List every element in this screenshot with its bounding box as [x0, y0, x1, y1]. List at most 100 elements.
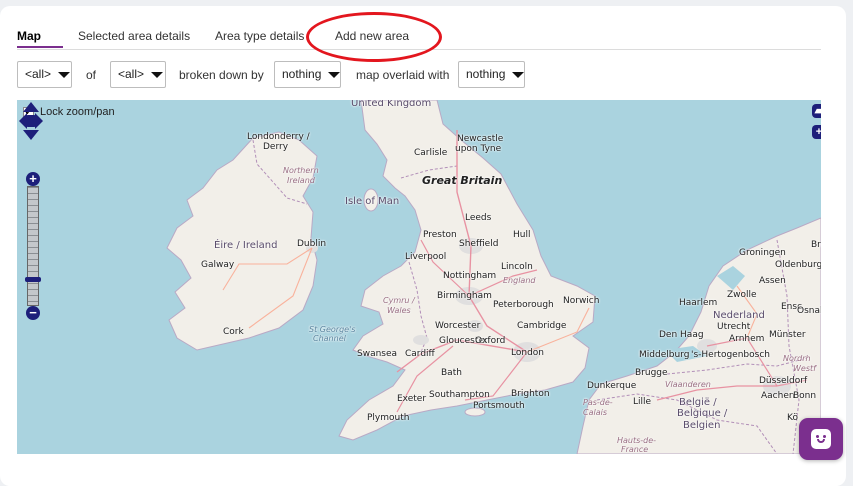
map-label-dusseldorf: Düsseldorf	[759, 376, 808, 386]
active-tab-indicator	[17, 46, 63, 48]
zoom-track[interactable]	[27, 186, 39, 306]
map-label-ireland-ni: Ireland	[287, 176, 315, 185]
map-label-cardiff: Cardiff	[405, 349, 435, 359]
map-label-st-georges: St George's	[309, 325, 356, 334]
map-label-nottingham: Nottingham	[443, 271, 497, 281]
map-label-portsmouth: Portsmouth	[473, 401, 525, 411]
map-label-northern: Northern	[283, 166, 319, 175]
map-label-nordrhein: Nordrh	[783, 354, 811, 363]
map-label-zwolle: Zwolle	[727, 290, 757, 300]
map-label-brugge: Brugge	[635, 368, 668, 378]
map-label-london: London	[511, 348, 544, 358]
map-label-lille: Lille	[633, 397, 652, 407]
map-label-preston: Preston	[423, 230, 457, 240]
tab-area-type-details[interactable]: Area type details	[215, 29, 304, 43]
map-label-norwich: Norwich	[563, 296, 600, 306]
caret-down-icon	[58, 71, 71, 78]
map-label-isle-of-man: Isle of Man	[345, 196, 400, 207]
map-label-upon-tyne: upon Tyne	[455, 144, 502, 154]
map-label-eire: Éire / Ireland	[214, 240, 278, 251]
map-label-groningen: Groningen	[739, 248, 786, 258]
map-label-carlisle: Carlisle	[414, 148, 448, 158]
breakdown-select[interactable]: nothing	[274, 61, 341, 88]
map-label-exeter: Exeter	[397, 394, 427, 404]
caret-down-icon	[512, 71, 525, 78]
map-label-pas-de: Pas-de-	[583, 398, 613, 407]
map-label-koln: Kö	[787, 413, 798, 423]
map-label-munster: Münster	[769, 330, 806, 340]
map-label-s-hertogenbosch: 's-Hertogenbosch	[691, 350, 770, 360]
map-label-calais: Calais	[583, 408, 608, 417]
map-label-peterborough: Peterborough	[493, 300, 554, 310]
chat-widget-button[interactable]	[799, 418, 843, 460]
map-label-aachen: Aachen	[761, 391, 795, 401]
map-label-middelburg: Middelburg	[639, 350, 690, 360]
overlay-label: map overlaid with	[356, 68, 450, 82]
map-label-belgien: Belgien	[683, 420, 721, 431]
map-label-cork: Cork	[223, 327, 244, 337]
map-label-londonderry: Londonderry /	[247, 132, 310, 142]
map-label-leeds: Leeds	[465, 213, 492, 223]
tab-selected-area-details[interactable]: Selected area details	[78, 29, 190, 43]
caret-down-icon	[328, 71, 341, 78]
layers-icon[interactable]: ▰	[812, 104, 821, 118]
map-viewport[interactable]: United Kingdom Londonderry / Derry North…	[17, 100, 821, 454]
map-label-cambridge: Cambridge	[517, 321, 567, 331]
map-label-cymru: Cymru /	[383, 296, 415, 305]
map-label-belgie: België /	[679, 397, 717, 408]
map-label-westf: Westf	[793, 364, 816, 373]
map-label-oldenburg: Oldenburg	[775, 260, 821, 270]
area-select[interactable]: <all>	[17, 61, 72, 88]
area-type-select[interactable]: <all>	[110, 61, 166, 88]
map-label-dunkerque: Dunkerque	[587, 381, 637, 391]
map-label-lincoln: Lincoln	[501, 262, 533, 272]
highlight-ring	[306, 12, 442, 62]
map-label-den-haag: Den Haag	[659, 330, 704, 340]
zoom-slider-handle[interactable]	[25, 277, 41, 283]
map-label-worcester: Worcester	[435, 321, 481, 331]
breakdown-select-value: nothing	[282, 67, 322, 81]
map-label-vlaanderen: Vlaanderen	[665, 380, 711, 389]
of-label: of	[86, 68, 97, 82]
chat-mouth	[817, 439, 825, 443]
map-label-galway: Galway	[201, 260, 235, 270]
map-label-bath: Bath	[441, 368, 462, 378]
tab-map[interactable]: Map	[17, 29, 41, 43]
caret-down-icon	[151, 71, 164, 78]
overlay-select-value: nothing	[466, 67, 506, 81]
map-label-haarlem: Haarlem	[679, 298, 718, 308]
map-label-sheffield: Sheffield	[459, 239, 499, 249]
map-label-dublin: Dublin	[297, 239, 327, 249]
map-label-brighton: Brighton	[511, 389, 550, 399]
map-label-derry: Derry	[263, 142, 289, 152]
map-label-liverpool: Liverpool	[405, 252, 447, 262]
pan-arrows-icon[interactable]	[17, 100, 45, 142]
map-label-southampton: Southampton	[429, 390, 490, 400]
zoom-out-button[interactable]: −	[26, 306, 40, 320]
area-select-value: <all>	[25, 67, 52, 81]
map-label-osnab: Osnab	[797, 306, 821, 316]
map-label-great-britain: Great Britain	[422, 174, 503, 187]
map-label-belgique: Belgique /	[677, 408, 728, 419]
map-label-hull: Hull	[513, 230, 531, 240]
zoom-in-button[interactable]: +	[26, 172, 40, 186]
map-label-assen: Assen	[759, 276, 786, 286]
map-label-plymouth: Plymouth	[367, 413, 410, 423]
zoom-control[interactable]: + −	[25, 172, 41, 320]
map-label-hauts-de: Hauts-de-	[617, 436, 657, 445]
expand-button[interactable]: +	[812, 125, 821, 139]
map-label-nederland: Nederland	[713, 310, 765, 321]
chat-eye	[823, 435, 826, 438]
map-label-france: France	[621, 445, 649, 454]
map-label-brem: Bre	[811, 240, 821, 250]
chat-smile-icon	[811, 429, 831, 449]
map-label-oxford: Oxford	[475, 336, 506, 346]
map-label-newcastle: Newcastle	[457, 134, 504, 144]
lock-zoom-pan-label: Lock zoom/pan	[40, 106, 115, 118]
map-label-birmingham: Birmingham	[437, 291, 492, 301]
map-label-swansea: Swansea	[357, 349, 398, 359]
map-label-channel: Channel	[313, 334, 346, 343]
map-label-wales: Wales	[387, 306, 411, 315]
map-label-bonn: Bonn	[793, 391, 817, 401]
overlay-select[interactable]: nothing	[458, 61, 525, 88]
